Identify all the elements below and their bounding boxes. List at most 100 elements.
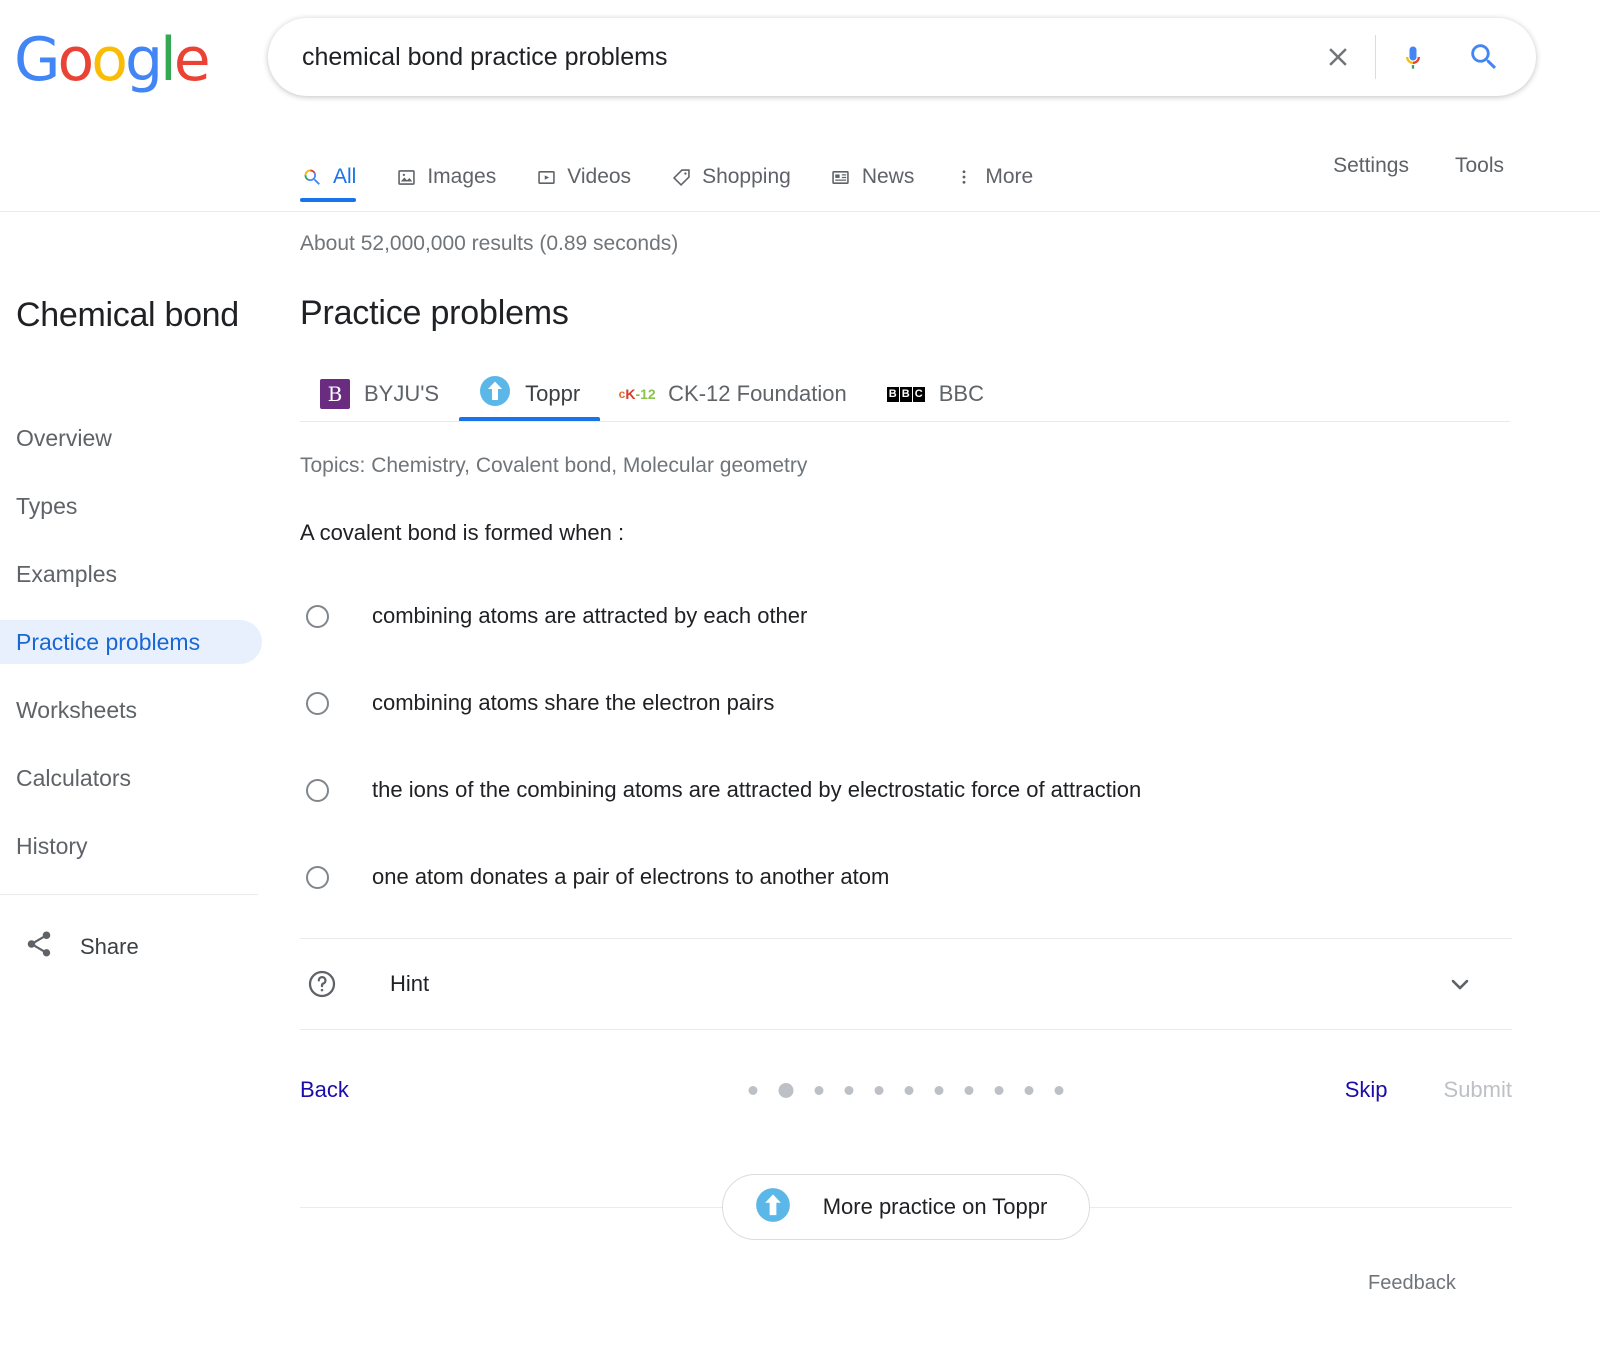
byjus-logo-icon: B (320, 379, 350, 409)
toppr-logo-icon (479, 375, 511, 413)
source-tabs-divider (300, 421, 1510, 422)
logo-letter-o1: o (57, 25, 95, 95)
sidebar-item-label: Worksheets (16, 696, 138, 723)
source-tab-bbc[interactable]: BBC BBC (867, 367, 1004, 421)
more-vertical-icon (952, 165, 976, 189)
pagination-dot[interactable] (934, 1085, 944, 1095)
search-divider (1375, 35, 1376, 79)
pagination-dot-active[interactable] (778, 1082, 794, 1098)
feedback-link[interactable]: Feedback (1368, 1272, 1456, 1295)
sidebar-item-practice-problems[interactable]: Practice problems (0, 620, 262, 664)
pagination-dot[interactable] (1024, 1085, 1034, 1095)
logo-letter-l: l (160, 25, 177, 95)
search-nav-right: Settings Tools (1333, 154, 1504, 178)
search-box[interactable]: chemical bond practice problems (268, 18, 1536, 96)
page-header: Google chemical bond practice problems A… (0, 0, 1600, 213)
submit-button[interactable]: Submit (1444, 1077, 1512, 1103)
more-practice-button[interactable]: More practice on Toppr (721, 1174, 1091, 1240)
hint-accordion[interactable]: Hint (300, 938, 1512, 1030)
answer-options: combining atoms are attracted by each ot… (300, 590, 1520, 903)
microphone-icon[interactable] (1390, 34, 1436, 80)
more-practice-label: More practice on Toppr (822, 1194, 1048, 1219)
tab-label: Videos (567, 165, 632, 188)
pager-actions: Skip Submit (1345, 1077, 1512, 1103)
divider-left (300, 1206, 722, 1208)
tab-news[interactable]: News (829, 140, 914, 200)
sidebar-item-types[interactable]: Types (0, 484, 262, 528)
chevron-down-icon[interactable] (1446, 970, 1474, 998)
pagination-dot[interactable] (994, 1085, 1004, 1095)
share-label: Share (80, 933, 139, 959)
radio-button[interactable] (306, 778, 329, 802)
answer-option[interactable]: the ions of the combining atoms are attr… (300, 764, 1520, 816)
sidebar-item-worksheets[interactable]: Worksheets (0, 688, 262, 732)
main-content: About 52,000,000 results (0.89 seconds) … (300, 232, 1520, 1240)
tab-label: More (985, 165, 1034, 188)
pagination-dot[interactable] (904, 1085, 914, 1095)
pagination-dot[interactable] (874, 1085, 884, 1095)
share-icon (24, 929, 54, 964)
sidebar-item-examples[interactable]: Examples (0, 552, 262, 596)
answer-option[interactable]: combining atoms share the electron pairs (300, 677, 1520, 729)
tab-label: Shopping (702, 165, 791, 188)
google-logo[interactable]: Google (14, 30, 211, 90)
source-tab-label: BBC (938, 381, 984, 406)
sidebar-item-label: Examples (16, 560, 117, 587)
ck12-logo-icon: c K -12 (618, 386, 656, 402)
radio-button[interactable] (306, 865, 329, 889)
pagination-dot[interactable] (964, 1085, 974, 1095)
source-tab-byjus[interactable]: B BYJU'S (300, 367, 459, 421)
source-tab-ck12[interactable]: c K -12 CK-12 Foundation (600, 367, 867, 421)
source-tab-toppr[interactable]: Toppr (459, 367, 601, 421)
pagination-dot[interactable] (814, 1085, 824, 1095)
radio-button[interactable] (306, 604, 329, 628)
video-icon (534, 165, 558, 189)
search-nav: All Images Videos Shopping News More Set… (0, 140, 1600, 212)
tab-label: Images (427, 165, 497, 188)
share-button[interactable]: Share (0, 929, 290, 964)
close-icon[interactable] (1315, 34, 1361, 80)
logo-letter-g1: G (14, 25, 60, 95)
tab-videos[interactable]: Videos (534, 140, 631, 200)
sidebar-item-calculators[interactable]: Calculators (0, 756, 262, 800)
sidebar-item-overview[interactable]: Overview (0, 416, 262, 460)
answer-option-label: combining atoms share the electron pairs (372, 690, 775, 715)
sidebar-item-label: Overview (16, 424, 112, 451)
sidebar-nav: Overview Types Examples Practice problem… (0, 416, 290, 868)
pagination-dot[interactable] (748, 1085, 758, 1095)
tools-button[interactable]: Tools (1455, 154, 1504, 178)
source-tab-label: BYJU'S (364, 381, 440, 406)
search-icon[interactable] (1458, 31, 1510, 83)
source-tab-label: CK-12 Foundation (668, 381, 847, 406)
logo-letter-o2: o (91, 25, 128, 95)
answer-option[interactable]: combining atoms are attracted by each ot… (300, 590, 1520, 642)
settings-button[interactable]: Settings (1333, 154, 1409, 178)
pagination-dot[interactable] (1054, 1085, 1064, 1095)
answer-option-label: combining atoms are attracted by each ot… (372, 603, 808, 628)
search-icon (300, 165, 324, 189)
radio-button[interactable] (306, 691, 329, 715)
sidebar-item-history[interactable]: History (0, 824, 262, 868)
page-title: Chemical bond (16, 296, 239, 334)
more-practice-row: More practice on Toppr (300, 1174, 1513, 1240)
bbc-logo-icon: BBC (886, 386, 925, 402)
sidebar-item-label: Calculators (16, 764, 132, 791)
tab-shopping[interactable]: Shopping (669, 140, 791, 200)
back-button[interactable]: Back (300, 1077, 349, 1103)
google-search-results-page: Google chemical bond practice problems A… (0, 0, 1600, 1353)
tab-all[interactable]: All (300, 140, 357, 202)
answer-option[interactable]: one atom donates a pair of electrons to … (300, 851, 1520, 903)
answer-option-label: the ions of the combining atoms are attr… (372, 777, 1142, 802)
pagination-dot[interactable] (844, 1085, 854, 1095)
sidebar-divider (0, 894, 258, 895)
tab-images[interactable]: Images (394, 140, 496, 200)
skip-button[interactable]: Skip (1345, 1077, 1388, 1103)
sidebar-item-label: Practice problems (16, 628, 201, 655)
search-nav-tabs: All Images Videos Shopping News More (300, 140, 1071, 212)
image-icon (394, 165, 418, 189)
search-input[interactable]: chemical bond practice problems (302, 43, 1315, 72)
tab-more[interactable]: More (952, 140, 1033, 200)
section-title: Practice problems (300, 294, 569, 332)
question-pager: Back Skip Submit (300, 1068, 1512, 1112)
knowledge-panel-sidebar: Chemical bond Overview Types Examples Pr… (0, 290, 290, 964)
